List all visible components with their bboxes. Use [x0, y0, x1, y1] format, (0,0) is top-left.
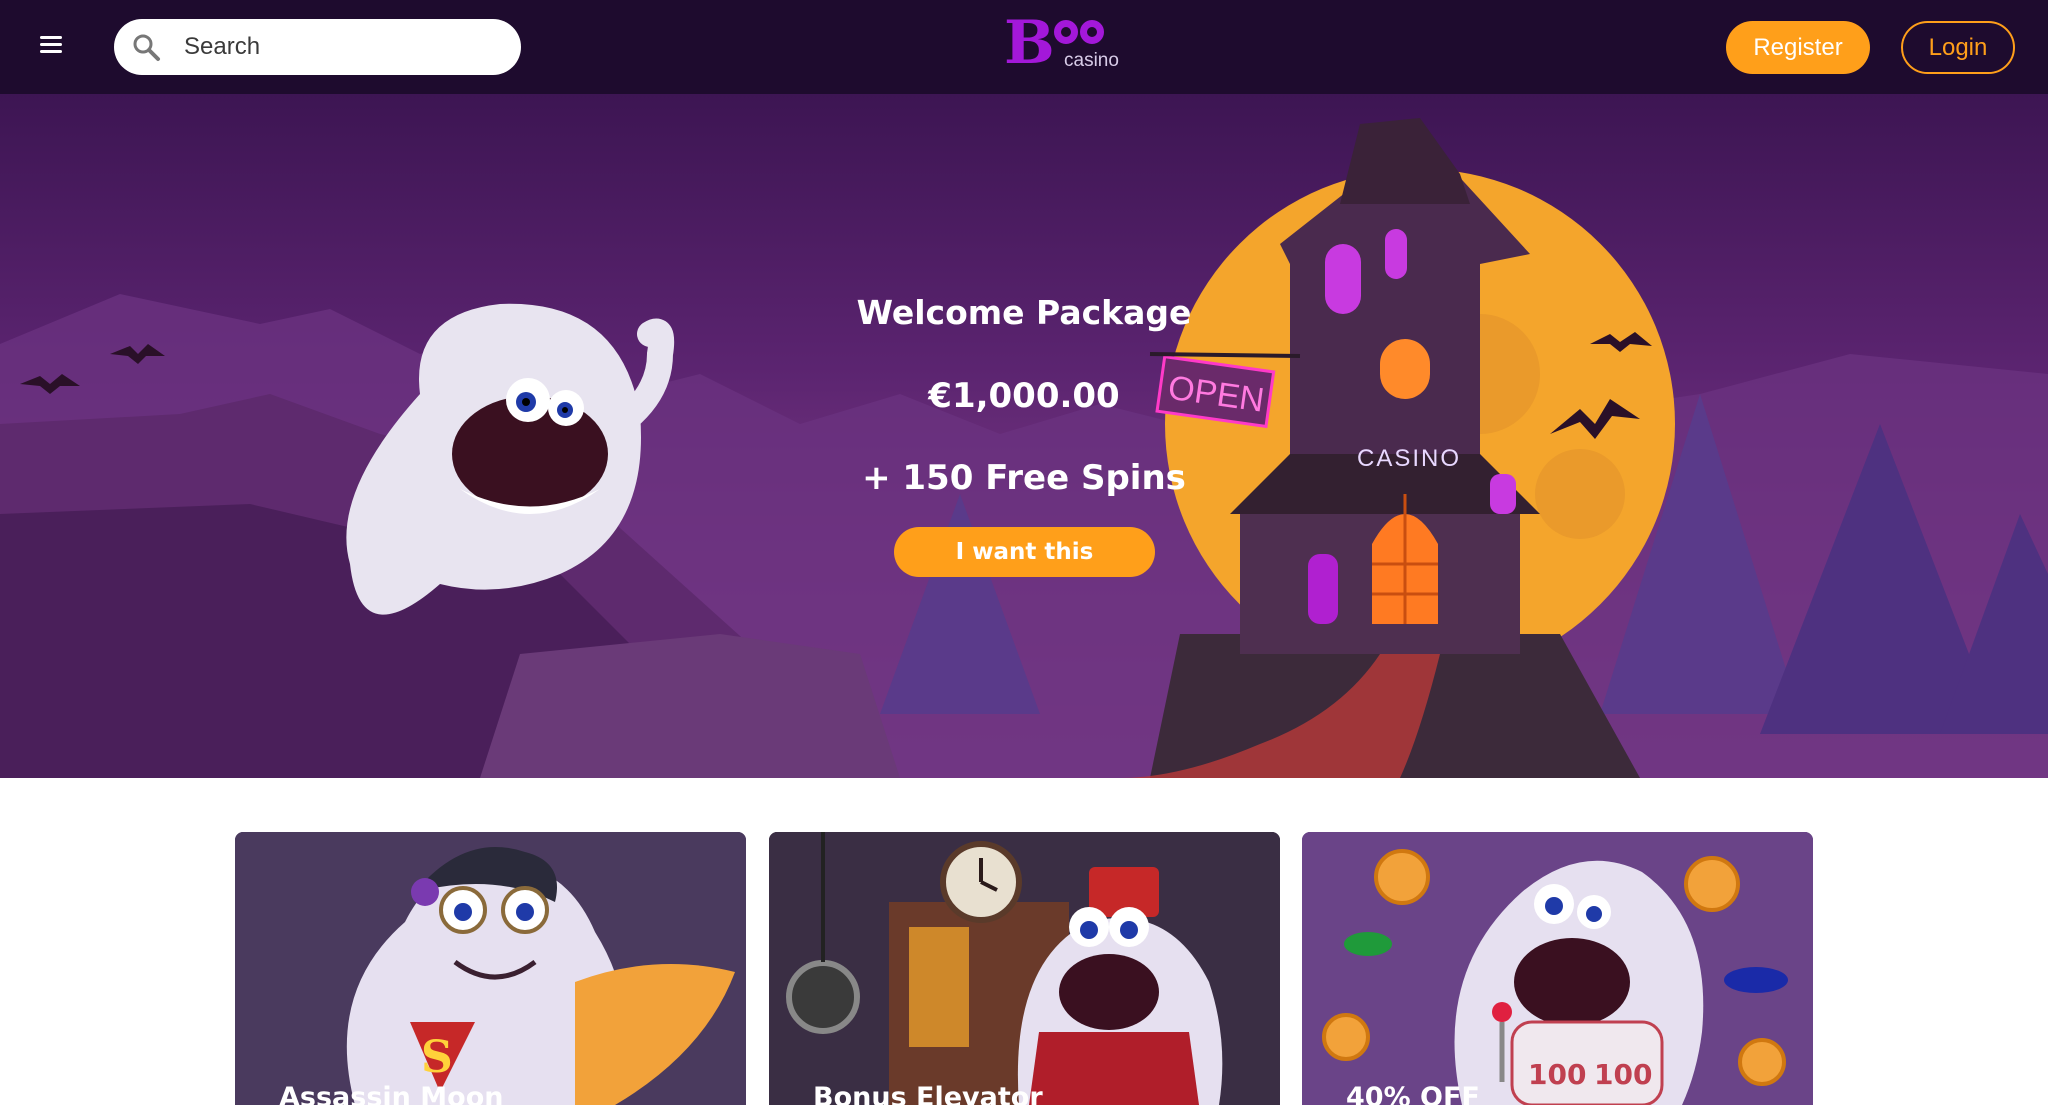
promo-card-bonus-elevator[interactable]: Bonus Elevator — [769, 832, 1280, 1105]
casino-sign-text: CASINO — [1357, 445, 1461, 472]
login-button[interactable]: Login — [1901, 21, 2015, 74]
promo-title: Bonus Elevator — [813, 1082, 1043, 1105]
search-icon — [133, 34, 160, 61]
hero-title: Welcome Package — [856, 293, 1192, 332]
svg-text:100: 100 — [1594, 1058, 1652, 1091]
elevator-ghost-illustration — [769, 832, 1280, 1105]
promo-title: 40% OFF — [1346, 1082, 1480, 1105]
hero-spins: + 150 Free Spins — [862, 458, 1186, 498]
promo-title: Assassin Moon — [279, 1082, 504, 1105]
promo-cards: S Assassin Moon Bonus Elevator 100 100 4… — [0, 778, 2048, 1105]
logo-o — [1080, 20, 1104, 44]
search-box[interactable] — [114, 19, 521, 75]
promo-card-assassin-moon[interactable]: S Assassin Moon — [235, 832, 746, 1105]
menu-bar — [40, 36, 62, 39]
logo-subtext: casino — [1064, 50, 1119, 71]
brand-logo[interactable]: B casino — [1000, 10, 1130, 78]
logo-o — [1054, 20, 1078, 44]
menu-bar — [40, 50, 62, 53]
claim-bonus-button[interactable]: I want this — [894, 527, 1155, 577]
hero-banner: CASINO OPEN Welcome Package €1,000.00 + … — [0, 94, 2048, 778]
svg-text:S: S — [421, 1032, 453, 1083]
slot-ghost-illustration: 100 100 — [1302, 832, 1813, 1105]
promo-card-40-off[interactable]: 100 100 40% OFF — [1302, 832, 1813, 1105]
svg-text:100: 100 — [1528, 1058, 1586, 1091]
site-header: B casino Register Login — [0, 0, 2048, 94]
hero-amount: €1,000.00 — [928, 376, 1120, 416]
logo-letter: B — [1004, 8, 1055, 78]
superhero-ghost-illustration: S — [235, 832, 746, 1105]
search-input[interactable] — [184, 27, 504, 67]
menu-icon[interactable] — [36, 30, 66, 60]
menu-bar — [40, 43, 62, 46]
hero-illustration: CASINO OPEN — [0, 118, 2048, 778]
register-button[interactable]: Register — [1726, 21, 1870, 74]
